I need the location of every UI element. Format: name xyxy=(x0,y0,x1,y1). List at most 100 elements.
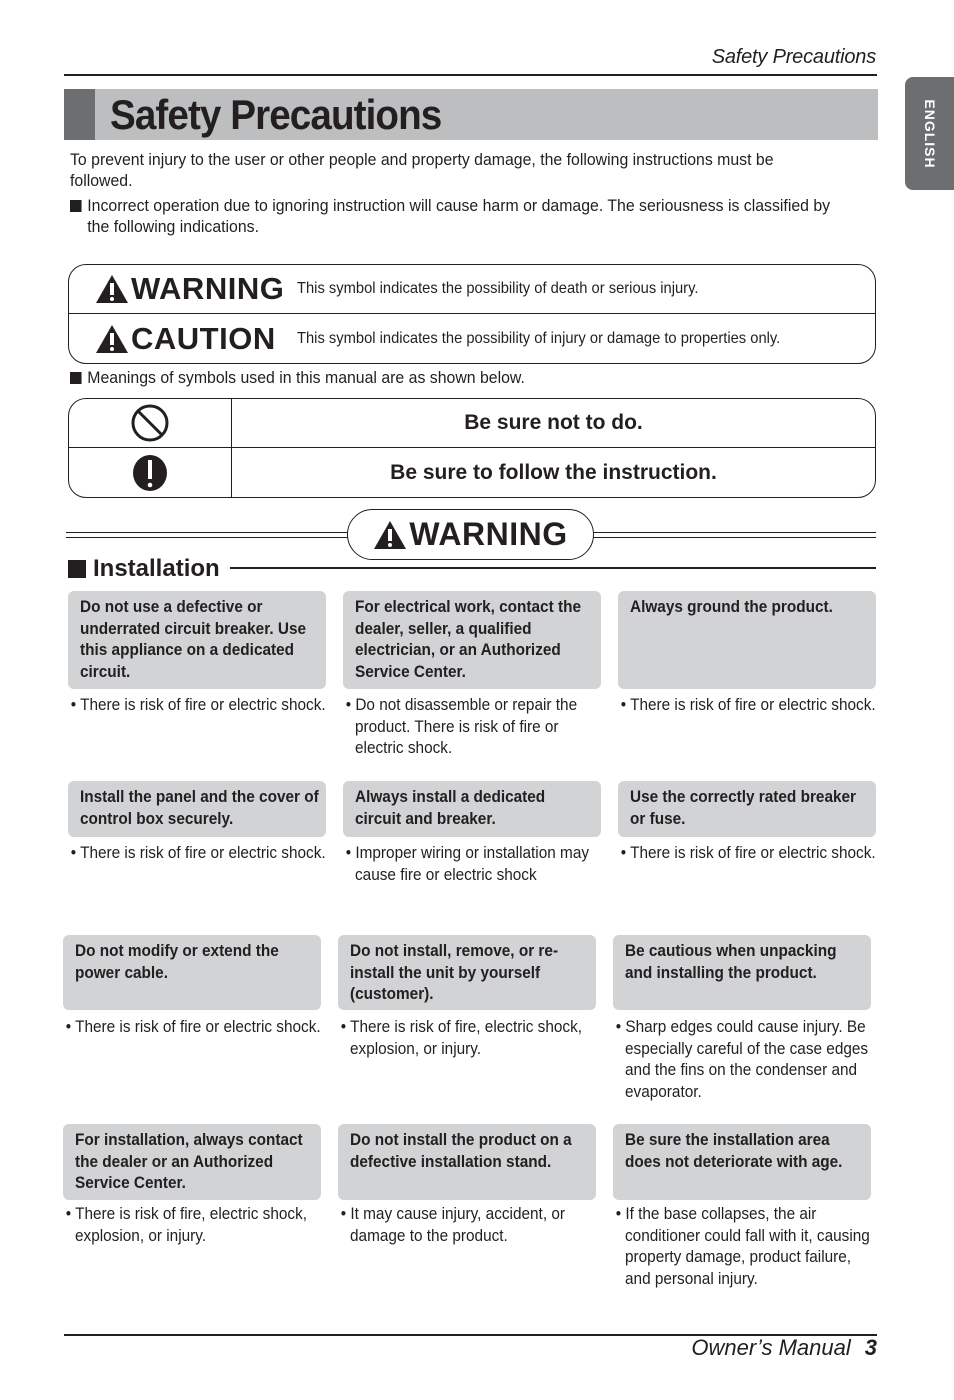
instruction-note: • If the base collapses, the air conditi… xyxy=(613,1204,875,1290)
signal-description: This symbol indicates the possibility of… xyxy=(297,280,699,297)
instruction-note: • There is risk of fire, electric shock,… xyxy=(63,1204,325,1247)
instruction-note: • There is risk of fire, electric shock,… xyxy=(338,1017,600,1060)
square-bullet-icon xyxy=(70,200,82,212)
symbol-meaning: Be sure to follow the instruction. xyxy=(390,460,717,484)
page-title: Safety Precautions xyxy=(110,91,442,138)
signal-row-warning: WARNING This symbol indicates the possib… xyxy=(69,265,875,314)
signal-label-warning: WARNING xyxy=(69,271,297,307)
note-text: There is risk of fire, electric shock, e… xyxy=(350,1018,583,1058)
square-bullet-icon xyxy=(70,372,82,384)
symbols-note-text: Meanings of symbols used in this manual … xyxy=(87,369,525,387)
instruction-note-text: • There is risk of fire or electric shoc… xyxy=(70,696,326,714)
instruction-heading: Use the correctly rated breaker or fuse. xyxy=(630,788,857,828)
instruction-card: Always ground the product. xyxy=(618,591,876,689)
instruction-card: Do not install, remove, or re-install th… xyxy=(338,935,596,1010)
instruction-card: Always install a dedicated circuit and b… xyxy=(343,781,601,837)
title-bar: Safety Precautions xyxy=(64,89,878,140)
note-text: It may cause injury, accident, or damage… xyxy=(350,1205,565,1245)
instruction-note: • There is risk of fire or electric shoc… xyxy=(68,843,330,865)
warning-triangle-icon xyxy=(374,520,407,549)
signal-label-text: WARNING xyxy=(131,271,285,306)
instruction-note-text: • There is risk of fire or electric shoc… xyxy=(70,844,326,862)
instruction-heading: Install the panel and the cover of contr… xyxy=(80,788,319,828)
note-text: There is risk of fire or electric shock. xyxy=(80,844,326,862)
instruction-note: • Improper wiring or installation may ca… xyxy=(343,843,605,886)
section-title: Installation xyxy=(93,555,220,582)
symbol-cell xyxy=(69,399,232,447)
signal-description: This symbol indicates the possibility of… xyxy=(297,329,781,347)
instruction-heading: Be sure the installation area does not d… xyxy=(625,1131,843,1171)
square-bullet-icon xyxy=(68,560,86,578)
instruction-note-text: • There is risk of fire or electric shoc… xyxy=(65,1018,321,1036)
instruction-card: Do not install the product on a defectiv… xyxy=(338,1124,596,1200)
instruction-card: For installation, always contact the dea… xyxy=(63,1124,321,1200)
signal-row-caution: CAUTION This symbol indicates the possib… xyxy=(69,314,875,363)
prohibition-icon xyxy=(131,404,169,442)
instruction-note-text: • There is risk of fire or electric shoc… xyxy=(620,696,876,714)
instruction-note: • There is risk of fire or electric shoc… xyxy=(618,843,880,865)
instruction-card: Be cautious when unpacking and installin… xyxy=(613,935,871,1010)
note-text: Improper wiring or installation may caus… xyxy=(355,844,590,884)
title-accent xyxy=(64,89,95,140)
top-rule xyxy=(64,74,877,76)
note-text: There is risk of fire or electric shock. xyxy=(80,696,326,714)
instruction-note: • There is risk of fire or electric shoc… xyxy=(63,1017,325,1039)
instruction-heading: For installation, always contact the dea… xyxy=(75,1131,303,1192)
instruction-note-text: • There is risk of fire, electric shock,… xyxy=(340,1018,583,1058)
instruction-note-text: • Sharp edges could cause injury. Be esp… xyxy=(615,1018,869,1101)
instruction-card: For electrical work, contact the dealer,… xyxy=(343,591,601,689)
note-text: There is risk of fire or electric shock. xyxy=(75,1018,321,1036)
note-text: Do not disassemble or repair the product… xyxy=(355,696,578,757)
instruction-heading: Do not use a defective or underrated cir… xyxy=(80,598,307,681)
note-text: Sharp edges could cause injury. Be espec… xyxy=(625,1018,869,1101)
symbol-row: Be sure to follow the instruction. xyxy=(69,448,875,497)
footer: Owner’s Manual 3 xyxy=(600,1335,877,1361)
intro-paragraph: To prevent injury to the user or other p… xyxy=(70,151,774,190)
note-text: There is risk of fire or electric shock. xyxy=(630,696,876,714)
section-rule xyxy=(230,567,876,569)
instruction-heading: Do not modify or extend the power cable. xyxy=(75,942,279,982)
instruction-note-text: • If the base collapses, the air conditi… xyxy=(615,1205,870,1288)
signal-word-box: WARNING This symbol indicates the possib… xyxy=(68,264,876,364)
instruction-card: Do not modify or extend the power cable. xyxy=(63,935,321,1010)
instruction-note: • Sharp edges could cause injury. Be esp… xyxy=(613,1017,875,1103)
warning-triangle-icon xyxy=(96,275,128,303)
symbol-cell xyxy=(69,448,232,497)
double-rule-right xyxy=(593,532,876,538)
symbols-table: Be sure not to do. Be sure to follow the… xyxy=(68,398,876,498)
instruction-note: • There is risk of fire or electric shoc… xyxy=(618,695,880,717)
instruction-card: Use the correctly rated breaker or fuse. xyxy=(618,781,876,837)
symbol-meaning: Be sure not to do. xyxy=(464,411,643,434)
footer-label: Owner’s Manual xyxy=(691,1335,851,1360)
warning-triangle-icon xyxy=(96,324,128,353)
instruction-note-text: • Improper wiring or installation may ca… xyxy=(345,844,590,884)
double-rule-left xyxy=(66,532,348,538)
instruction-note: • Do not disassemble or repair the produ… xyxy=(343,695,605,760)
instruction-note-text: • There is risk of fire or electric shoc… xyxy=(620,844,876,862)
warning-banner-text: WARNING xyxy=(409,516,568,552)
note-text: There is risk of fire, electric shock, e… xyxy=(75,1205,308,1245)
instruction-heading: Always ground the product. xyxy=(630,598,833,616)
instruction-note-text: • There is risk of fire, electric shock,… xyxy=(65,1205,308,1245)
instruction-card: Do not use a defective or underrated cir… xyxy=(68,591,326,689)
note-text: If the base collapses, the air condition… xyxy=(625,1205,870,1288)
language-tab: ENGLISH xyxy=(905,77,954,190)
instruction-note: • There is risk of fire or electric shoc… xyxy=(68,695,330,717)
intro-bullet: Incorrect operation due to ignoring inst… xyxy=(70,196,838,238)
instruction-note-text: • Do not disassemble or repair the produ… xyxy=(345,696,578,757)
warning-banner: WARNING xyxy=(347,509,594,560)
instruction-heading: For electrical work, contact the dealer,… xyxy=(355,598,581,681)
signal-label-caution: CAUTION xyxy=(69,321,297,357)
signal-label-text: CAUTION xyxy=(131,320,276,356)
note-text: There is risk of fire or electric shock. xyxy=(630,844,876,862)
instruction-heading: Be cautious when unpacking and installin… xyxy=(625,942,837,982)
intro: To prevent injury to the user or other p… xyxy=(70,150,838,242)
instruction-heading: Do not install, remove, or re-install th… xyxy=(350,942,559,1003)
exclamation-icon xyxy=(133,454,167,491)
symbols-note: Meanings of symbols used in this manual … xyxy=(70,369,525,388)
instruction-card: Be sure the installation area does not d… xyxy=(613,1124,871,1200)
running-head: Safety Precautions xyxy=(711,46,876,68)
page-number: 3 xyxy=(864,1335,877,1360)
instruction-heading: Always install a dedicated circuit and b… xyxy=(355,788,546,828)
instruction-note: • It may cause injury, accident, or dama… xyxy=(338,1204,600,1247)
